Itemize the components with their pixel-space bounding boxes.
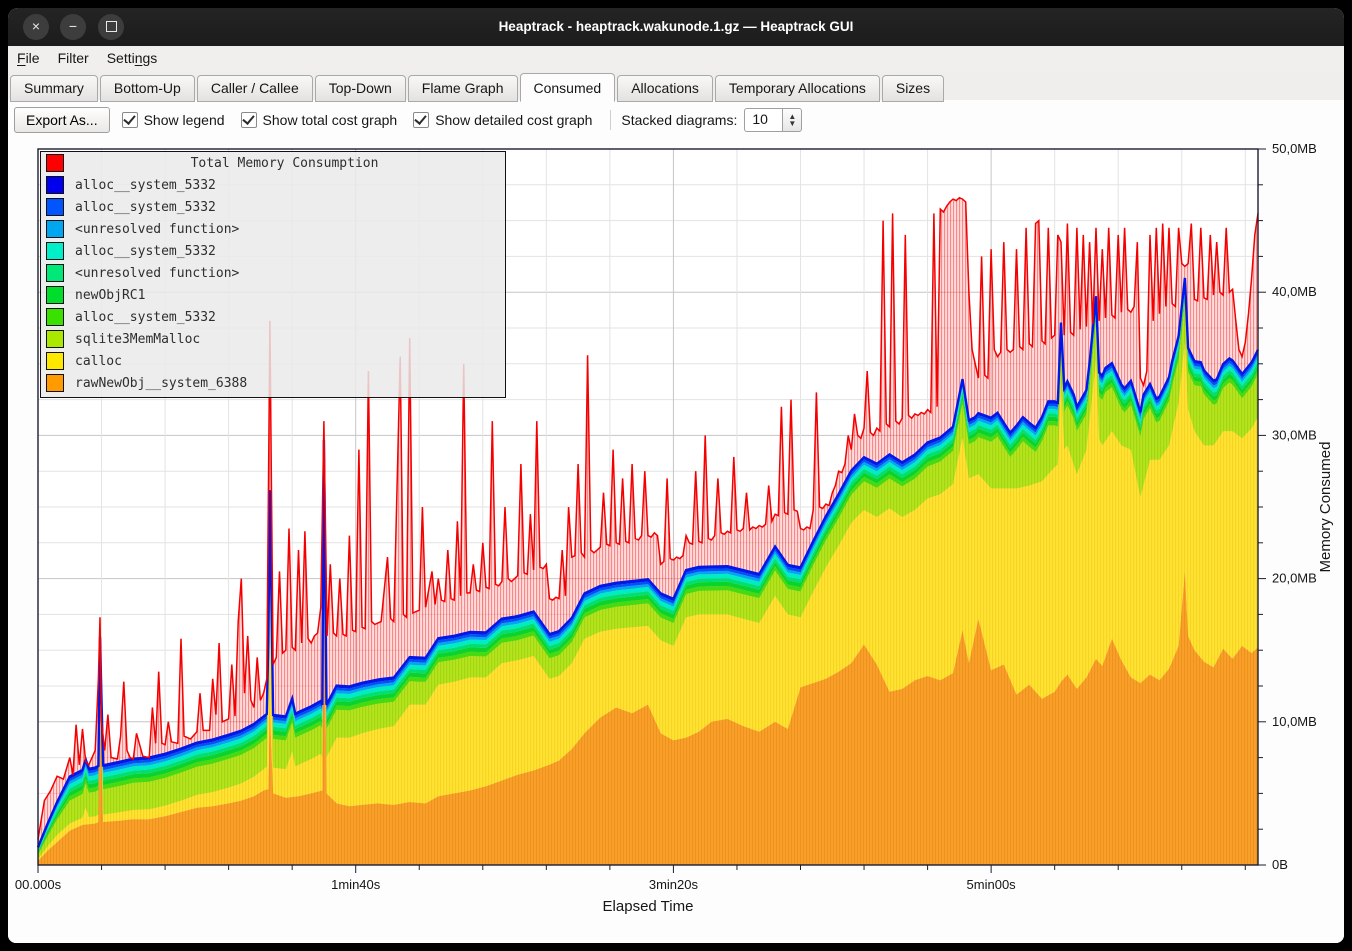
close-icon[interactable]: × [23, 14, 49, 40]
legend-swatch [46, 220, 64, 238]
stacked-diagrams-spinbox[interactable]: 10 ▲ ▼ [744, 108, 802, 132]
checkbox-group: Show legend Show total cost graph Show det… [122, 112, 609, 128]
tab-bottom-up[interactable]: Bottom-Up [100, 75, 195, 102]
tab-sizes[interactable]: Sizes [882, 75, 944, 102]
checkbox-label: Show legend [144, 112, 225, 128]
tab-consumed[interactable]: Consumed [520, 73, 616, 102]
legend-item: <unresolved function> [41, 262, 505, 284]
legend-swatch [46, 198, 64, 216]
heaptrack-window: Heaptrack - heaptrack.wakunode.1.gz — He… [8, 8, 1344, 943]
x-tick-label: 00.000s [15, 877, 62, 892]
x-tick-label: 1min40s [331, 877, 381, 892]
y-tick-label: 50,0MB [1272, 141, 1317, 156]
legend-item: calloc [41, 350, 505, 372]
legend-swatch [46, 308, 64, 326]
legend-label: <unresolved function> [75, 222, 239, 237]
y-tick-label: 10,0MB [1272, 714, 1317, 729]
checkbox-box[interactable] [413, 112, 429, 128]
menu-item-file[interactable]: File [8, 46, 49, 70]
spin-down-icon[interactable]: ▼ [788, 120, 796, 127]
legend-swatch [46, 176, 64, 194]
legend-swatch [46, 286, 64, 304]
legend-label: <unresolved function> [75, 266, 239, 281]
legend-item: rawNewObj__system_6388 [41, 372, 505, 394]
checkbox-show-total-cost-graph[interactable]: Show total cost graph [241, 112, 398, 128]
x-tick-label: 3min20s [649, 877, 699, 892]
chart-legend: Total Memory Consumption alloc__system_53… [40, 151, 506, 398]
tab-allocations[interactable]: Allocations [617, 75, 713, 102]
tab-flame-graph[interactable]: Flame Graph [408, 75, 518, 102]
menu-item-settings[interactable]: Settings [98, 46, 167, 70]
toolbar-separator [610, 110, 611, 130]
x-axis-title: Elapsed Time [603, 898, 694, 915]
legend-item: newObjRC1 [41, 284, 505, 306]
legend-item: <unresolved function> [41, 218, 505, 240]
legend-swatch [46, 374, 64, 392]
legend-swatch [46, 264, 64, 282]
y-tick-label: 20,0MB [1272, 571, 1317, 586]
checkbox-show-detailed-cost-graph[interactable]: Show detailed cost graph [413, 112, 592, 128]
legend-label: alloc__system_5332 [75, 310, 216, 325]
legend-swatch-total [46, 154, 64, 172]
checkbox-box[interactable] [241, 112, 257, 128]
legend-swatch [46, 330, 64, 348]
legend-item: alloc__system_5332 [41, 174, 505, 196]
tab-temporary-allocations[interactable]: Temporary Allocations [715, 75, 880, 102]
y-tick-label: 30,0MB [1272, 427, 1317, 442]
maximize-square [106, 21, 117, 32]
tab-caller-callee[interactable]: Caller / Callee [197, 75, 313, 102]
legend-title: Total Memory Consumption [64, 156, 505, 171]
tab-summary[interactable]: Summary [10, 75, 98, 102]
legend-header: Total Memory Consumption [41, 152, 505, 174]
spinbox-arrows[interactable]: ▲ ▼ [782, 108, 802, 132]
y-tick-label: 40,0MB [1272, 284, 1317, 299]
legend-label: alloc__system_5332 [75, 200, 216, 215]
legend-label: alloc__system_5332 [75, 244, 216, 259]
legend-label: calloc [75, 354, 122, 369]
legend-item: alloc__system_5332 [41, 240, 505, 262]
x-tick-label: 5min00s [967, 877, 1017, 892]
legend-swatch [46, 242, 64, 260]
legend-label: alloc__system_5332 [75, 178, 216, 193]
title-bar: Heaptrack - heaptrack.wakunode.1.gz — He… [8, 8, 1344, 46]
chart-area: 00.000s 1min40s 3min20s 5min00s 0B 10,0MB 20,0… [8, 134, 1344, 943]
y-tick-label: 0B [1272, 857, 1288, 872]
legend-label: newObjRC1 [75, 288, 145, 303]
menu-bar: FileFilterSettings [8, 46, 1344, 72]
checkbox-label: Show total cost graph [263, 112, 398, 128]
menu-item-filter[interactable]: Filter [49, 46, 98, 70]
tab-top-down[interactable]: Top-Down [315, 75, 406, 102]
legend-item: alloc__system_5332 [41, 196, 505, 218]
maximize-icon[interactable] [98, 14, 124, 40]
legend-item: sqlite3MemMalloc [41, 328, 505, 350]
legend-swatch [46, 352, 64, 370]
checkbox-show-legend[interactable]: Show legend [122, 112, 225, 128]
legend-label: sqlite3MemMalloc [75, 332, 200, 347]
stacked-diagrams-value[interactable]: 10 [744, 108, 782, 132]
checkbox-label: Show detailed cost graph [435, 112, 592, 128]
export-as-button[interactable]: Export As... [14, 107, 110, 133]
checkbox-box[interactable] [122, 112, 138, 128]
legend-item: alloc__system_5332 [41, 306, 505, 328]
tab-strip: SummaryBottom-UpCaller / CalleeTop-DownF… [8, 72, 1344, 101]
toolbar: Export As... Show legend Show total cost … [14, 106, 802, 134]
consumed-panel: Export As... Show legend Show total cost … [8, 100, 1344, 943]
minimize-icon[interactable]: − [60, 14, 86, 40]
y-axis-title: Memory Consumed [1317, 442, 1334, 573]
legend-label: rawNewObj__system_6388 [75, 376, 247, 391]
window-title: Heaptrack - heaptrack.wakunode.1.gz — He… [8, 8, 1344, 46]
stacked-diagrams-label: Stacked diagrams: [621, 112, 737, 128]
